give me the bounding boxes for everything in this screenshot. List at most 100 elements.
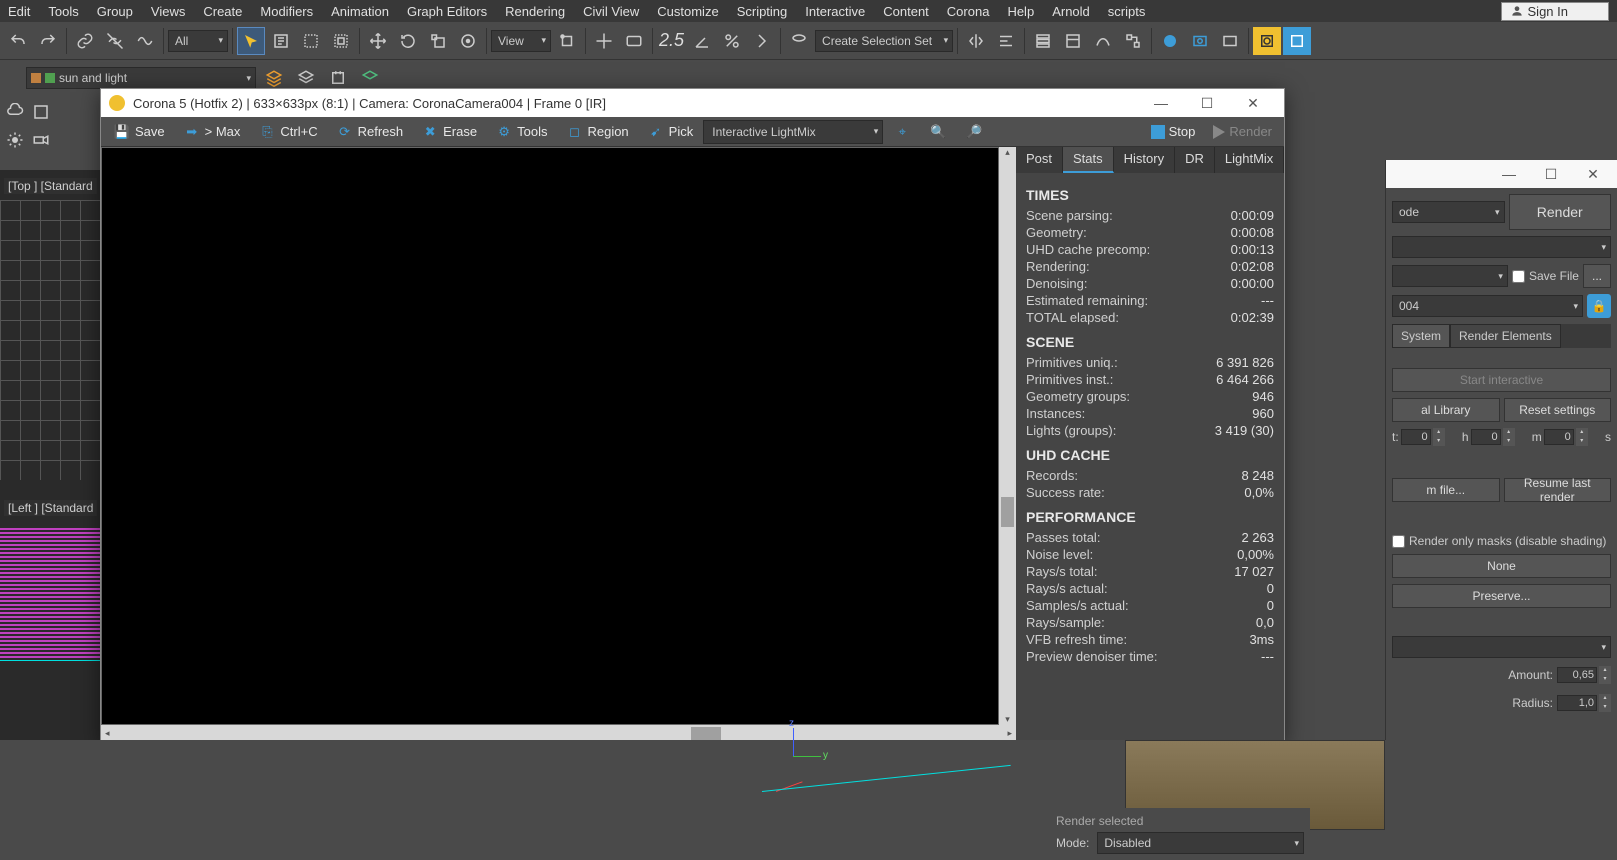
rotate-button[interactable]: [394, 27, 422, 55]
render-masks-checkbox[interactable]: [1392, 535, 1405, 548]
rendered-frame-button[interactable]: [1216, 27, 1244, 55]
menu-customize[interactable]: Customize: [657, 4, 718, 19]
panel-close-button[interactable]: ✕: [1573, 163, 1613, 185]
from-file-button[interactable]: m file...: [1392, 478, 1500, 502]
vfb-tools-button[interactable]: ⚙Tools: [487, 120, 555, 144]
vfb-scroll-thumb-v[interactable]: [1001, 497, 1014, 527]
layer-explorer-button[interactable]: [1029, 27, 1057, 55]
menu-rendering[interactable]: Rendering: [505, 4, 565, 19]
vfb-tab-stats[interactable]: Stats: [1063, 147, 1114, 173]
camera-icon[interactable]: [30, 128, 52, 152]
menu-tools[interactable]: Tools: [48, 4, 78, 19]
masks-none-button[interactable]: None: [1392, 554, 1611, 578]
close-button[interactable]: ✕: [1230, 89, 1276, 117]
link-button[interactable]: [71, 27, 99, 55]
layer-dropdown[interactable]: sun and light: [26, 67, 256, 89]
vfb-scroll-thumb-h[interactable]: [691, 727, 721, 740]
menu-graph-editors[interactable]: Graph Editors: [407, 4, 487, 19]
use-pivot-button[interactable]: [553, 27, 581, 55]
vfb-stop-button[interactable]: Stop: [1143, 120, 1204, 144]
vfb-tab-lightmix[interactable]: LightMix: [1215, 147, 1284, 173]
mirror-button[interactable]: [962, 27, 990, 55]
bind-spacewarp-button[interactable]: [131, 27, 159, 55]
panel-maximize-button[interactable]: ☐: [1531, 163, 1571, 185]
vfb-titlebar[interactable]: Corona 5 (Hotfix 2) | 633×633px (8:1) | …: [101, 89, 1284, 117]
select-object-button[interactable]: [237, 27, 265, 55]
select-manipulate-button[interactable]: [590, 27, 618, 55]
panel-minimize-button[interactable]: —: [1489, 163, 1529, 185]
output-dropdown[interactable]: [1392, 265, 1508, 287]
tab-render-elements[interactable]: Render Elements: [1450, 324, 1561, 348]
vfb-refresh-button[interactable]: ⟳Refresh: [328, 120, 412, 144]
edit-selection-set-button[interactable]: [785, 27, 813, 55]
schematic-view-button[interactable]: [1119, 27, 1147, 55]
menu-animation[interactable]: Animation: [331, 4, 389, 19]
save-file-browse-button[interactable]: ...: [1583, 264, 1611, 288]
spinner-snap-button[interactable]: [748, 27, 776, 55]
scene-explorer-icon[interactable]: [30, 100, 52, 124]
hours-input[interactable]: [1401, 429, 1431, 445]
window-crossing-button[interactable]: [327, 27, 355, 55]
menu-interactive[interactable]: Interactive: [805, 4, 865, 19]
vfb-render-button[interactable]: Render: [1205, 120, 1280, 144]
selection-set-dropdown[interactable]: Create Selection Set: [815, 30, 953, 52]
viewport-left-label[interactable]: [Left ] [Standard: [4, 500, 97, 516]
vfb-tab-post[interactable]: Post: [1016, 147, 1063, 173]
preset-dropdown-1[interactable]: [1392, 236, 1611, 258]
selection-filter-dropdown[interactable]: All: [168, 30, 228, 52]
reference-coord-dropdown[interactable]: View: [491, 30, 551, 52]
denoise-dropdown[interactable]: [1392, 636, 1611, 658]
vfb-copy-button[interactable]: ⎘Ctrl+C: [250, 120, 325, 144]
cloud-icon[interactable]: [4, 100, 26, 124]
light-icon[interactable]: [4, 128, 26, 152]
minutes-input[interactable]: [1471, 429, 1501, 445]
render-production-button[interactable]: [1253, 27, 1281, 55]
scale-button[interactable]: [424, 27, 452, 55]
save-file-checkbox[interactable]: [1512, 270, 1525, 283]
render-setup-titlebar[interactable]: — ☐ ✕: [1386, 160, 1617, 188]
radius-input[interactable]: [1557, 695, 1597, 711]
vfb-tab-history[interactable]: History: [1114, 147, 1175, 173]
render-mode-dropdown[interactable]: ode: [1392, 201, 1505, 223]
vfb-scrollbar-vertical[interactable]: [999, 147, 1016, 725]
viewport-top-grid[interactable]: [0, 200, 100, 480]
tab-system[interactable]: System: [1392, 324, 1450, 348]
reset-settings-button[interactable]: Reset settings: [1504, 398, 1612, 422]
render-setup-button[interactable]: [1186, 27, 1214, 55]
vfb-region-button[interactable]: ◻Region: [557, 120, 636, 144]
undo-button[interactable]: [4, 27, 32, 55]
menu-civil-view[interactable]: Civil View: [583, 4, 639, 19]
vfb-tomax-button[interactable]: ➡> Max: [175, 120, 249, 144]
vfb-zoom-out-button[interactable]: 🔎: [957, 120, 991, 144]
menu-content[interactable]: Content: [883, 4, 929, 19]
render-button[interactable]: Render: [1509, 194, 1612, 230]
placement-button[interactable]: [454, 27, 482, 55]
minimize-button[interactable]: —: [1138, 89, 1184, 117]
menu-help[interactable]: Help: [1007, 4, 1034, 19]
menu-views[interactable]: Views: [151, 4, 185, 19]
lock-camera-button[interactable]: 🔒: [1587, 294, 1611, 318]
vfb-lightmix-dropdown[interactable]: Interactive LightMix: [703, 120, 883, 144]
keyboard-shortcut-button[interactable]: [620, 27, 648, 55]
vfb-render-viewport[interactable]: [101, 147, 999, 725]
toggle-ribbon-button[interactable]: [1059, 27, 1087, 55]
resume-render-button[interactable]: Resume last render: [1504, 478, 1612, 502]
angle-snap-button[interactable]: [688, 27, 716, 55]
vfb-save-button[interactable]: 💾Save: [105, 120, 173, 144]
unlink-button[interactable]: [101, 27, 129, 55]
menu-group[interactable]: Group: [97, 4, 133, 19]
viewport-top-label[interactable]: [Top ] [Standard: [4, 178, 97, 194]
start-interactive-button[interactable]: Start interactive: [1392, 368, 1611, 392]
axis-gizmo[interactable]: z y: [765, 728, 825, 788]
viewport-left-wireframe[interactable]: [0, 528, 100, 658]
menu-scripting[interactable]: Scripting: [737, 4, 788, 19]
menu-arnold[interactable]: Arnold: [1052, 4, 1090, 19]
material-editor-button[interactable]: [1156, 27, 1184, 55]
amount-input[interactable]: [1557, 667, 1597, 683]
vfb-zoom-fit-button[interactable]: ⌖: [885, 120, 919, 144]
select-by-name-button[interactable]: [267, 27, 295, 55]
select-region-button[interactable]: [297, 27, 325, 55]
redo-button[interactable]: [34, 27, 62, 55]
vfb-zoom-in-button[interactable]: 🔍: [921, 120, 955, 144]
seconds-input[interactable]: [1544, 429, 1574, 445]
